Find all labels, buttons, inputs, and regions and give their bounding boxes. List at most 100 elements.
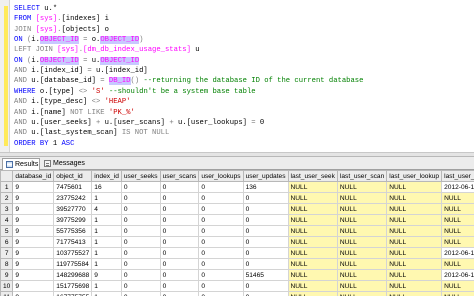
table-cell[interactable]: 0 <box>159 247 200 259</box>
table-cell[interactable]: 0 <box>198 247 244 259</box>
table-cell[interactable]: NULL <box>336 192 388 204</box>
table-cell[interactable]: 51465 <box>242 269 289 281</box>
table-cell[interactable]: 1 <box>91 247 122 259</box>
results-grid[interactable]: database_id object_id index_id user_seeks us… <box>0 170 474 296</box>
table-row[interactable]: 3 9 39527770 4 0 0 0 0 NULL NULL NULL NULL <box>0 203 474 215</box>
table-cell[interactable]: 0 <box>120 203 161 215</box>
column-header[interactable]: user_updates <box>242 170 289 182</box>
table-cell[interactable]: 0 <box>120 258 161 270</box>
table-cell[interactable]: 9 <box>12 236 55 248</box>
table-cell[interactable]: NULL <box>287 269 338 281</box>
table-cell[interactable]: 0 <box>198 236 244 248</box>
table-cell[interactable]: 0 <box>120 214 161 226</box>
table-cell[interactable]: 1 <box>91 236 122 248</box>
table-cell[interactable]: 0 <box>242 247 289 259</box>
table-cell[interactable]: 0 <box>120 225 161 237</box>
column-header[interactable]: object_id <box>53 170 93 182</box>
table-cell[interactable]: 0 <box>198 258 244 270</box>
table-cell[interactable]: 1 <box>91 214 122 226</box>
column-header[interactable]: user_scans <box>159 170 200 182</box>
column-header[interactable]: database_id <box>12 170 55 182</box>
row-number[interactable]: 1 <box>0 181 14 193</box>
table-cell[interactable]: 9 <box>12 258 55 270</box>
table-cell[interactable]: NULL <box>287 291 338 296</box>
table-row[interactable]: 4 9 39775299 1 0 0 0 0 NULL NULL NULL NULL <box>0 214 474 226</box>
table-cell[interactable]: 0 <box>159 203 200 215</box>
table-cell[interactable]: NULL <box>441 291 474 296</box>
column-header[interactable]: last_user_scan <box>336 170 388 182</box>
table-cell[interactable]: NULL <box>336 269 388 281</box>
table-cell[interactable]: 23775242 <box>53 192 93 204</box>
table-cell[interactable]: NULL <box>386 280 443 292</box>
table-cell[interactable]: 119775584 <box>53 258 93 270</box>
table-cell[interactable]: 0 <box>242 280 289 292</box>
column-header[interactable]: index_id <box>91 170 122 182</box>
table-row[interactable]: 11916777575510000NULLNULLNULLNULL <box>0 291 474 296</box>
table-cell[interactable]: NULL <box>336 280 388 292</box>
table-cell[interactable]: 0 <box>242 236 289 248</box>
table-row[interactable]: 6 9 71775413 1 0 0 0 0 NULL NULL NULL NULL <box>0 236 474 248</box>
table-cell[interactable]: 1 <box>91 192 122 204</box>
table-cell[interactable]: NULL <box>441 258 474 270</box>
row-number[interactable]: 7 <box>0 247 14 259</box>
table-cell[interactable]: 167775755 <box>53 291 93 296</box>
table-cell[interactable]: 0 <box>198 291 244 296</box>
table-cell[interactable]: 0 <box>242 203 289 215</box>
table-cell[interactable]: 4 <box>91 203 122 215</box>
table-cell[interactable]: 148299688 <box>53 269 93 281</box>
table-cell[interactable]: NULL <box>386 236 443 248</box>
table-cell[interactable]: NULL <box>441 236 474 248</box>
table-cell[interactable]: NULL <box>287 225 338 237</box>
table-cell[interactable]: NULL <box>287 203 338 215</box>
table-cell[interactable]: NULL <box>386 269 443 281</box>
column-header[interactable]: last_user_update <box>441 170 474 182</box>
table-cell[interactable]: 0 <box>242 214 289 226</box>
table-cell[interactable]: 0 <box>159 280 200 292</box>
table-cell[interactable]: NULL <box>336 236 388 248</box>
table-cell[interactable]: 151775698 <box>53 280 93 292</box>
table-cell[interactable]: NULL <box>386 192 443 204</box>
table-row[interactable]: 5 9 55775356 1 0 0 0 0 NULL NULL NULL NULL <box>0 225 474 237</box>
table-cell[interactable]: NULL <box>287 214 338 226</box>
table-cell[interactable]: 71775413 <box>53 236 93 248</box>
table-cell[interactable]: 0 <box>242 291 289 296</box>
table-cell[interactable]: 9 <box>12 203 55 215</box>
table-cell[interactable]: NULL <box>287 236 338 248</box>
row-number[interactable]: 5 <box>0 225 14 237</box>
column-header[interactable]: last_user_lookup <box>386 170 443 182</box>
table-cell[interactable]: 0 <box>120 247 161 259</box>
table-cell[interactable]: 0 <box>198 280 244 292</box>
query-editor[interactable]: SELECT u.* FROM [sys].[indexes] i JOIN [sy… <box>0 0 474 152</box>
row-number[interactable]: 9 <box>0 269 14 281</box>
table-cell[interactable]: NULL <box>386 291 443 296</box>
row-number[interactable]: 3 <box>0 203 14 215</box>
table-cell[interactable]: 0 <box>198 269 244 281</box>
table-cell[interactable]: 0 <box>242 225 289 237</box>
table-cell[interactable]: 2012-06-15 09:00 <box>441 269 474 281</box>
table-cell[interactable]: NULL <box>386 247 443 259</box>
table-cell[interactable]: NULL <box>336 181 388 193</box>
table-cell[interactable]: 0 <box>120 280 161 292</box>
table-cell[interactable]: 0 <box>159 269 200 281</box>
table-cell[interactable]: 0 <box>159 225 200 237</box>
table-cell[interactable]: NULL <box>441 214 474 226</box>
table-cell[interactable]: 0 <box>159 214 200 226</box>
table-cell[interactable]: NULL <box>287 247 338 259</box>
row-number[interactable]: 10 <box>0 280 14 292</box>
table-cell[interactable]: 0 <box>120 291 161 296</box>
table-cell[interactable]: 0 <box>198 192 244 204</box>
table-row[interactable]: 2 9 23775242 1 0 0 0 0 NULL NULL NULL NULL <box>0 192 474 204</box>
table-cell[interactable]: 1 <box>91 291 122 296</box>
table-cell[interactable]: 9 <box>91 269 122 281</box>
table-cell[interactable]: 0 <box>159 258 200 270</box>
table-cell[interactable]: 0 <box>198 203 244 215</box>
table-cell[interactable]: 9 <box>12 214 55 226</box>
table-cell[interactable]: 0 <box>120 236 161 248</box>
column-header[interactable]: user_lookups <box>198 170 244 182</box>
row-number[interactable]: 6 <box>0 236 14 248</box>
table-cell[interactable]: 1 <box>91 258 122 270</box>
table-cell[interactable]: NULL <box>336 203 388 215</box>
table-cell[interactable]: 55775356 <box>53 225 93 237</box>
table-cell[interactable]: 9 <box>12 181 55 193</box>
table-cell[interactable]: 2012-06-15 09:00 <box>441 181 474 193</box>
